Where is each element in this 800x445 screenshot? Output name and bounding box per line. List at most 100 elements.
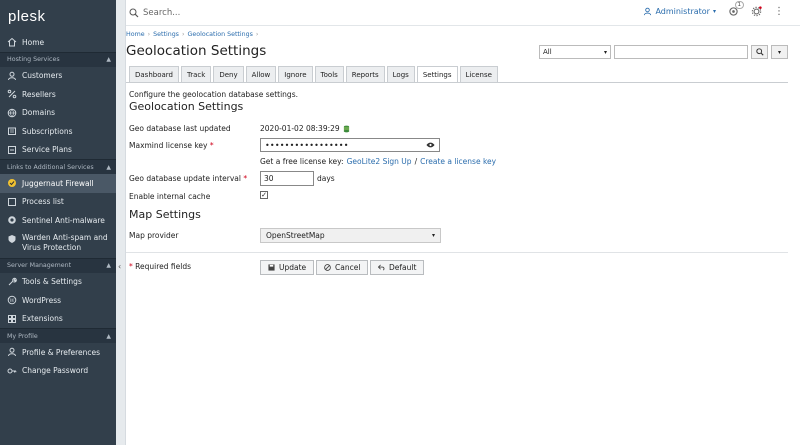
cache-label: Enable internal cache [129, 192, 211, 201]
global-search-input[interactable]: Search... [143, 8, 180, 18]
plans-icon [8, 145, 16, 154]
required-fields-note: * Required fields [129, 262, 191, 271]
chevron-up-icon: ▲ [106, 163, 111, 171]
tab-deny[interactable]: Deny [213, 66, 244, 82]
search-icon [755, 48, 764, 56]
map-provider-label: Map provider [129, 231, 179, 240]
free-license-row: Get a free license key: GeoLite2 Sign Up… [260, 157, 497, 166]
sidebar-item-process-list[interactable]: Process list [0, 193, 116, 212]
more-menu-icon[interactable]: ⋮ [774, 6, 784, 17]
license-key-input[interactable]: ••••••••••••••••• [260, 138, 440, 152]
cancel-button[interactable]: Cancel [316, 260, 369, 275]
save-icon [268, 264, 275, 271]
map-provider-select[interactable]: OpenStreetMap ▾ [260, 228, 441, 243]
process-list-icon [8, 197, 16, 206]
tab-logs[interactable]: Logs [386, 66, 415, 82]
filter-select[interactable]: All ▾ [539, 45, 611, 59]
breadcrumb: Home › Settings › Geolocation Settings › [126, 31, 261, 38]
sidebar: plesk Home Hosting Services ▲ Customers R… [0, 0, 116, 445]
tab-reports[interactable]: Reports [345, 66, 385, 82]
tab-dashboard[interactable]: Dashboard [129, 66, 179, 82]
sidebar-item-tools-settings[interactable]: Tools & Settings [0, 273, 116, 292]
show-password-eye-icon[interactable] [426, 142, 435, 148]
profile-icon [8, 348, 16, 357]
chevron-down-icon: ▾ [603, 48, 607, 56]
sidebar-item-customers[interactable]: Customers [0, 67, 116, 86]
tools-icon [8, 277, 17, 286]
chevron-left-icon: ‹ [118, 262, 122, 271]
tab-track[interactable]: Track [180, 66, 212, 82]
breadcrumb-separator: › [147, 31, 151, 38]
user-icon [644, 7, 652, 16]
sidebar-item-label: Home [22, 37, 45, 47]
extensions-icon [8, 314, 16, 323]
sidebar-collapse-handle[interactable]: ‹ [116, 0, 126, 445]
undo-icon [378, 264, 385, 271]
enable-cache-checkbox[interactable]: ✓ [260, 191, 268, 199]
sidebar-item-subscriptions[interactable]: Subscriptions [0, 122, 116, 141]
user-icon [8, 71, 16, 80]
default-button[interactable]: Default [370, 260, 425, 275]
search-button[interactable] [751, 45, 768, 59]
update-button[interactable]: Update [260, 260, 315, 275]
page-title: Geolocation Settings [126, 43, 267, 59]
sidebar-group-profile[interactable]: My Profile ▲ [0, 328, 116, 343]
form-divider [126, 252, 788, 253]
section-heading-geolocation: Geolocation Settings [129, 100, 244, 113]
breadcrumb-geolocation[interactable]: Geolocation Settings [188, 31, 253, 38]
user-menu[interactable]: Administrator ▾ [643, 7, 716, 16]
chevron-down-icon: ▾ [431, 232, 435, 239]
breadcrumb-separator: › [255, 31, 259, 38]
sidebar-item-warden[interactable]: Warden Anti-spam and Virus Protection [0, 230, 116, 258]
sidebar-item-change-password[interactable]: Change Password [0, 362, 116, 381]
settings-gear-icon[interactable] [751, 6, 762, 17]
key-icon [7, 368, 17, 374]
create-license-key-link[interactable]: Create a license key [420, 157, 496, 166]
breadcrumb-home[interactable]: Home [126, 31, 145, 38]
list-search: All ▾ ▾ [539, 45, 788, 59]
last-updated-label: Geo database last updated [129, 124, 231, 133]
breadcrumb-settings[interactable]: Settings [153, 31, 179, 38]
sidebar-item-profile-preferences[interactable]: Profile & Preferences [0, 343, 116, 362]
tab-ignore[interactable]: Ignore [278, 66, 313, 82]
sidebar-item-domains[interactable]: Domains [0, 104, 116, 123]
home-icon [7, 38, 17, 47]
cache-checkbox-wrap: ✓ [260, 191, 268, 199]
tab-divider [126, 82, 788, 83]
tab-allow[interactable]: Allow [245, 66, 277, 82]
globe-icon [7, 108, 17, 118]
sidebar-item-service-plans[interactable]: Service Plans [0, 141, 116, 160]
notifications-button[interactable]: 1 [728, 1, 744, 17]
filter-search-input[interactable] [614, 45, 748, 59]
update-interval-label: Geo database update interval * [129, 174, 248, 183]
chevron-down-icon: ▾ [777, 48, 781, 56]
tab-tools[interactable]: Tools [314, 66, 344, 82]
geolite2-signup-link[interactable]: GeoLite2 Sign Up [347, 157, 412, 166]
sidebar-group-server[interactable]: Server Management ▲ [0, 257, 116, 273]
update-interval-input[interactable]: 30 [260, 171, 314, 186]
sidebar-item-juggernaut-firewall[interactable]: Juggernaut Firewall [0, 174, 116, 193]
topbar: Search... Administrator ▾ 1 ⋮ [126, 0, 800, 26]
subscriptions-icon [8, 127, 16, 136]
interval-unit: days [317, 174, 335, 183]
sidebar-item-home[interactable]: Home [0, 33, 116, 52]
advanced-search-button[interactable]: ▾ [771, 45, 788, 59]
sidebar-group-links[interactable]: Links to Additional Services ▲ [0, 159, 116, 174]
sentinel-icon [8, 216, 16, 225]
search-icon [129, 8, 139, 17]
breadcrumb-separator: › [181, 31, 185, 38]
refresh-db-icon[interactable] [343, 125, 350, 133]
tab-license[interactable]: License [459, 66, 498, 82]
sidebar-item-sentinel[interactable]: Sentinel Anti-malware [0, 211, 116, 230]
sidebar-item-wordpress[interactable]: W WordPress [0, 291, 116, 310]
update-interval-row: 30 days [260, 171, 335, 186]
tab-settings[interactable]: Settings [416, 66, 458, 83]
form-description: Configure the geolocation database setti… [129, 90, 298, 99]
sidebar-item-resellers[interactable]: Resellers [0, 85, 116, 104]
plesk-logo[interactable]: plesk [0, 0, 116, 34]
sidebar-group-hosting[interactable]: Hosting Services ▲ [0, 51, 116, 67]
svg-text:W: W [9, 298, 15, 304]
sidebar-item-extensions[interactable]: Extensions [0, 310, 116, 329]
percent-icon [7, 89, 17, 99]
chevron-down-icon: ▾ [712, 8, 716, 15]
